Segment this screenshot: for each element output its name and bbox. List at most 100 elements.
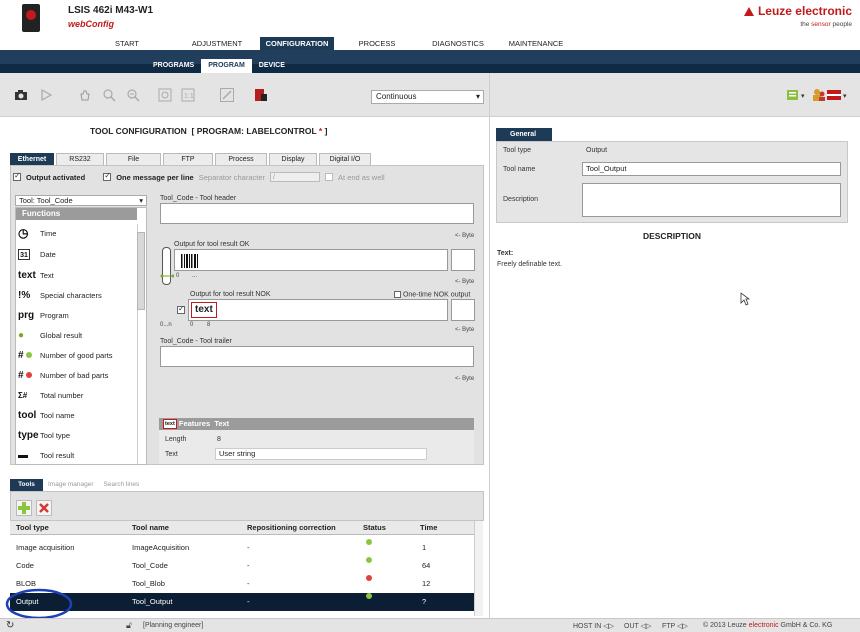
tool-header-field[interactable] (160, 203, 474, 224)
tool-name-input[interactable]: Tool_Output (582, 162, 841, 176)
table-row[interactable]: Code Tool_Code - 64 (10, 557, 476, 575)
edit-icon[interactable] (220, 88, 234, 102)
nav-start[interactable]: START (80, 37, 174, 50)
tab-digital-io[interactable]: Digital I/O (319, 153, 371, 165)
tab-display[interactable]: Display (269, 153, 317, 165)
one-message-label: One message per line (116, 172, 194, 182)
separator-label: Separator character (198, 172, 266, 182)
cell-name: Tool_Output (132, 597, 173, 606)
functions-header: Functions (16, 208, 137, 220)
tagline-em: sensor (811, 21, 831, 28)
out-status: OUT ◁▷ (624, 623, 652, 630)
tool-trailer-field[interactable] (160, 346, 474, 367)
table-row[interactable]: Image acquisition ImageAcquisition - 1 (10, 539, 476, 557)
tagline-pre: the (800, 21, 812, 28)
function-label: Tool result (40, 450, 75, 460)
one-message-checkbox[interactable] (103, 171, 112, 181)
delete-tool-button[interactable] (36, 500, 52, 516)
function-global-result[interactable]: ● Global result (18, 326, 133, 344)
nav-configuration[interactable]: CONFIGURATION (260, 37, 334, 50)
zoom-100-icon[interactable]: 1:1 (181, 88, 195, 102)
trailer-label: Tool_Code - Tool trailer (160, 338, 232, 345)
tab-ftp[interactable]: FTP (163, 153, 213, 165)
tab-search-lines[interactable]: Search lines (99, 479, 145, 491)
host-in-status: HOST IN ◁▷ (573, 623, 614, 630)
zoom-fit-icon[interactable] (158, 88, 172, 102)
text-value-input[interactable]: User string (215, 448, 427, 460)
tools-action-bar (10, 491, 484, 521)
separator-select[interactable]: / (270, 172, 321, 182)
nok-byte-field[interactable] (451, 299, 475, 321)
features-title: Features (178, 419, 211, 428)
tab-file[interactable]: File (106, 153, 161, 165)
nok-output-checkbox[interactable] (177, 304, 185, 314)
ok-output-field[interactable] (174, 249, 448, 271)
status-bar: ↻ 🔓︎ [Planning engineer] HOST IN ◁▷ OUT … (0, 618, 860, 632)
camera-icon[interactable] (14, 88, 28, 102)
onetime-nok-checkbox[interactable] (394, 291, 401, 298)
function-bad-parts[interactable]: # Number of bad parts (18, 366, 133, 384)
tab-process[interactable]: Process (215, 153, 267, 165)
nav-process[interactable]: PROCESS (334, 37, 420, 50)
function-label: Number of bad parts (40, 370, 109, 380)
barcode-icon (181, 254, 198, 268)
nok-range: 0...n (160, 322, 172, 328)
functions-scroll-thumb[interactable] (137, 232, 145, 310)
function-tool-name[interactable]: tool Tool name (18, 406, 133, 424)
zoom-icon[interactable] (102, 88, 116, 102)
save-to-device-icon[interactable] (254, 88, 268, 102)
subnav-device[interactable]: DEVICE (252, 59, 292, 73)
camera-logo-icon (22, 4, 40, 32)
function-time[interactable]: ◷ Time (18, 224, 133, 242)
mode-select[interactable]: Continuous (371, 90, 484, 104)
function-tool-type[interactable]: type Tool type (18, 426, 133, 444)
function-total-number[interactable]: Σ# Total number (18, 386, 133, 404)
function-tool-result[interactable]: ▬ Tool result (18, 446, 133, 464)
tab-rs232[interactable]: RS232 (56, 153, 104, 165)
add-tool-button[interactable] (16, 500, 32, 516)
good-parts-icon: # (18, 350, 34, 361)
nav-maintenance[interactable]: MAINTENANCE (496, 37, 576, 50)
description-heading: Text: (497, 250, 514, 257)
subnav-programs[interactable]: PROGRAMS (146, 59, 201, 73)
nok-tick-8: 8 (207, 322, 211, 328)
hand-icon[interactable] (78, 88, 92, 102)
nav-adjustment[interactable]: ADJUSTMENT (174, 37, 260, 50)
brand-triangle-icon (743, 7, 754, 16)
tab-general[interactable]: General (496, 128, 552, 141)
table-row-selected[interactable]: Output Tool_Output - ? (10, 593, 476, 611)
table-row[interactable]: BLOB Tool_Blob - 12 (10, 575, 476, 593)
tab-tools[interactable]: Tools (10, 479, 43, 491)
highlight-ellipse (5, 588, 73, 620)
cell-repos: - (247, 561, 250, 570)
tools-table-scrollbar[interactable] (474, 521, 483, 616)
tab-image-manager[interactable]: Image manager (43, 479, 99, 491)
at-end-checkbox[interactable] (325, 173, 334, 181)
nav-diagnostics[interactable]: DIAGNOSTICS (420, 37, 496, 50)
cell-type: Image acquisition (16, 543, 75, 552)
refresh-icon[interactable]: ↻ (6, 620, 14, 631)
function-text[interactable]: text Text (18, 266, 133, 284)
description-input[interactable] (582, 183, 841, 217)
tool-type-label: Tool type (503, 147, 532, 154)
language-menu-icon[interactable]: ▾ (826, 88, 852, 102)
users-icon[interactable] (812, 88, 826, 102)
output-activated-checkbox[interactable] (13, 171, 21, 181)
function-good-parts[interactable]: # Number of good parts (18, 346, 133, 364)
function-date[interactable]: 31 Date (18, 245, 133, 263)
tool-type-icon: type (18, 429, 39, 441)
nok-output-field[interactable]: text (188, 299, 448, 321)
ok-byte-field[interactable] (451, 249, 475, 271)
zoom-out-icon[interactable] (126, 88, 140, 102)
play-icon[interactable] (39, 88, 53, 102)
export-menu-icon[interactable]: ▾ (786, 88, 810, 102)
global-result-icon: ● (18, 329, 25, 341)
function-special-characters[interactable]: !% Special characters (18, 286, 133, 304)
tab-ethernet[interactable]: Ethernet (10, 153, 54, 165)
tool-select[interactable]: Tool: Tool_Code (15, 195, 147, 206)
tools-tabs: Tools Image manager Search lines (10, 479, 144, 491)
text-token[interactable]: text (191, 302, 217, 318)
function-program[interactable]: prg Program (18, 306, 133, 324)
cell-time: 64 (422, 561, 431, 570)
subnav-program[interactable]: PROGRAM (201, 59, 252, 73)
